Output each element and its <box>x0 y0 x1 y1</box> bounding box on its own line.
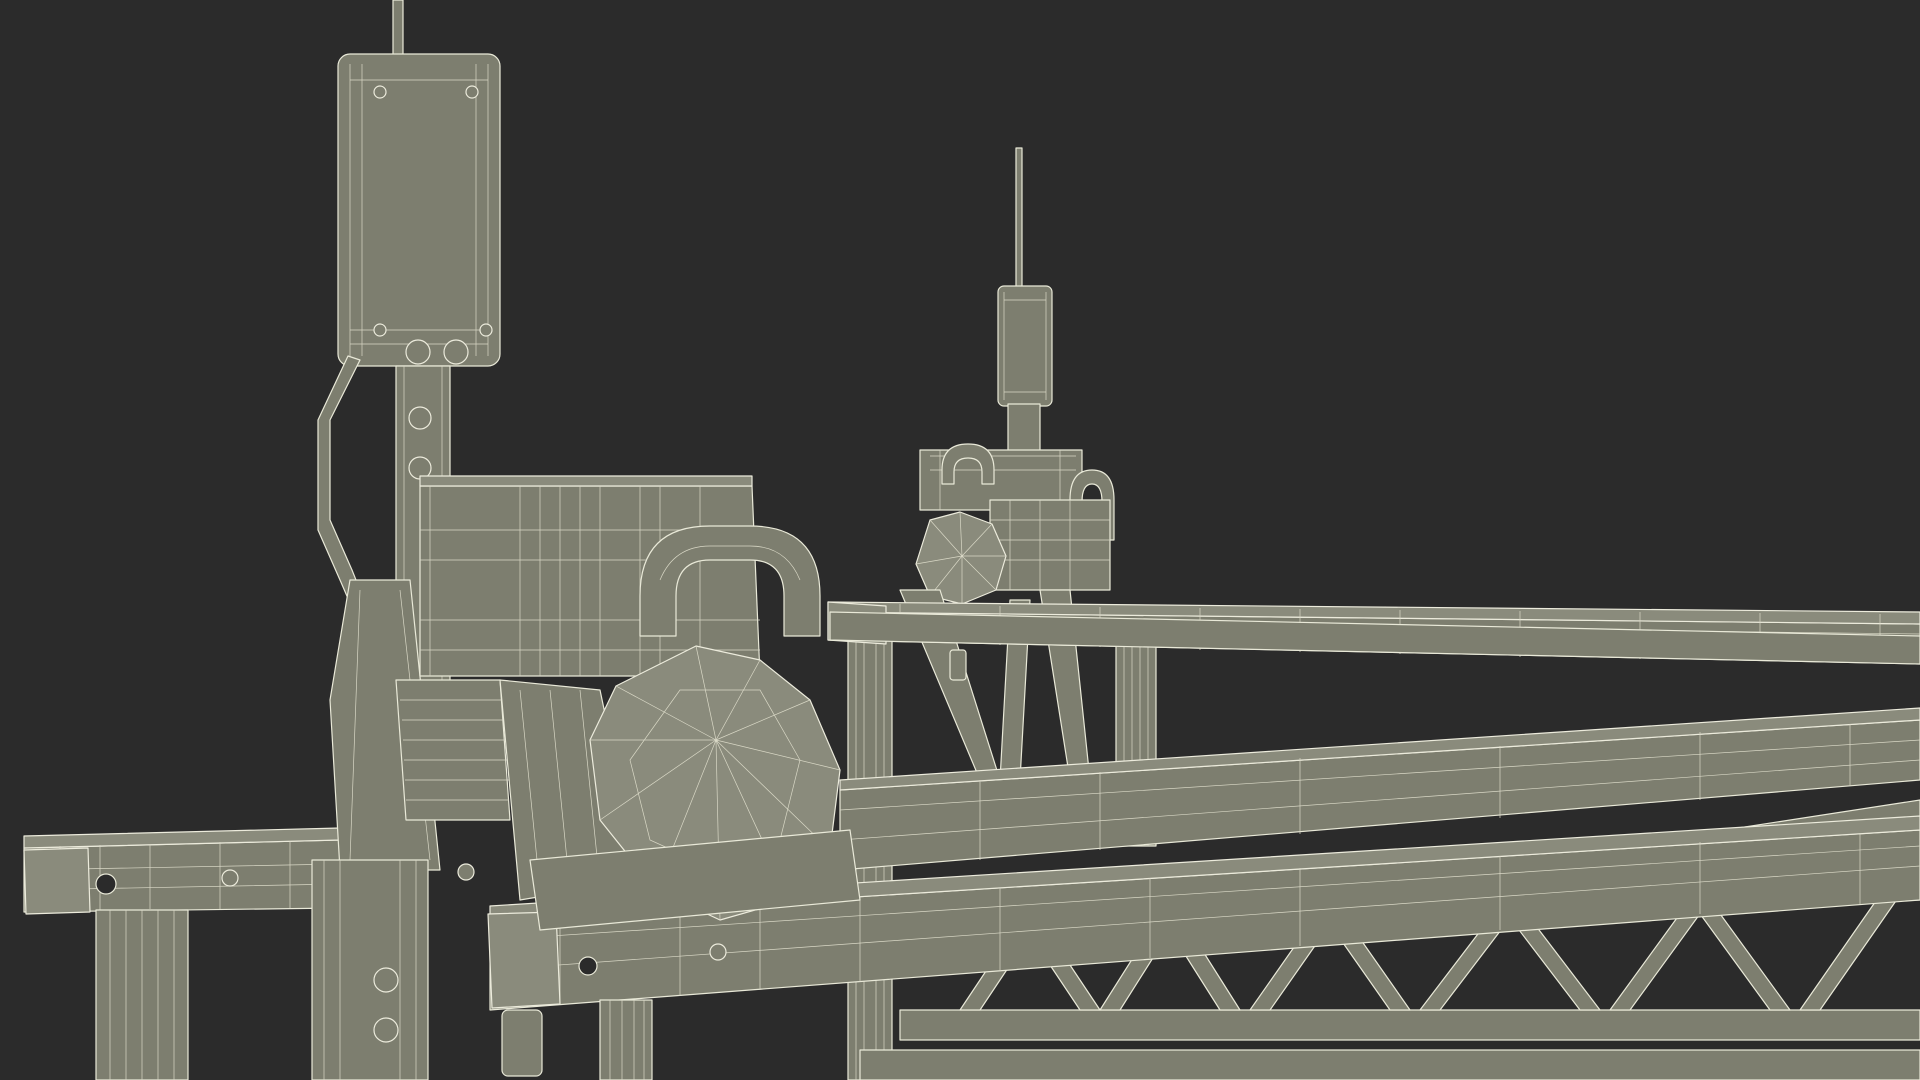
near-control-knob-1 <box>405 339 431 365</box>
front-rail-bolt <box>709 943 727 961</box>
left-rail-bolt <box>221 869 239 887</box>
near-cooling-fins <box>395 679 511 821</box>
wireframe-render <box>23 0 1920 1080</box>
left-rail-hole <box>95 873 117 895</box>
far-antenna <box>1015 147 1023 289</box>
render-viewport <box>0 0 1920 1080</box>
front-rail-hole <box>578 956 598 976</box>
truss-floor <box>859 1049 1920 1080</box>
left-rail <box>23 827 341 1080</box>
far-cylinder <box>949 649 967 681</box>
near-cylinder <box>501 1009 543 1077</box>
near-gearbox <box>419 485 761 677</box>
near-control-knob-2 <box>443 339 469 365</box>
near-lower-post <box>311 859 429 1080</box>
far-motor-body <box>989 499 1111 591</box>
left-rail-endcap <box>23 847 91 915</box>
far-control-box <box>997 285 1053 407</box>
far-motor-assembly <box>899 147 1115 781</box>
truss-bottom-chord <box>899 1009 1920 1041</box>
near-antenna <box>392 0 404 61</box>
